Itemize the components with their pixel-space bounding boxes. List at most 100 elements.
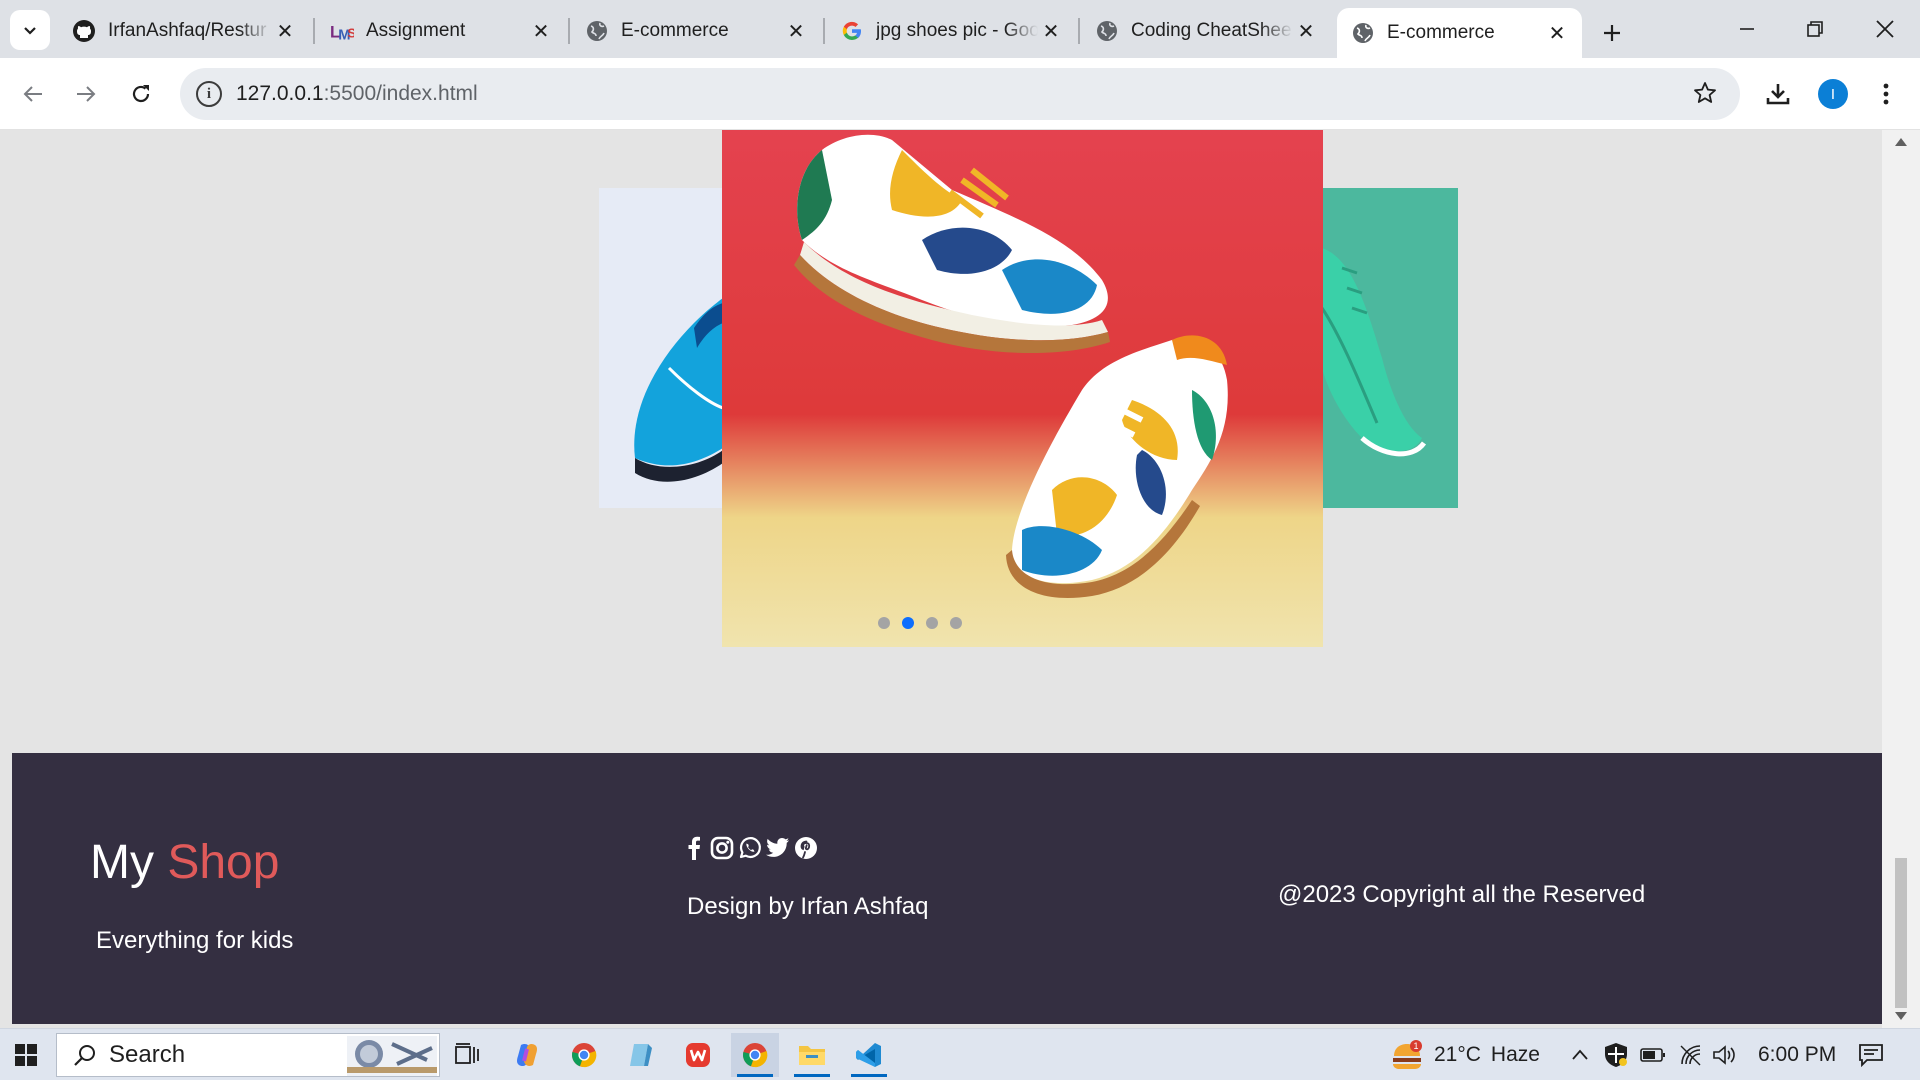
chrome-icon bbox=[743, 1043, 768, 1068]
search-placeholder: Search bbox=[109, 1041, 186, 1068]
tab-divider bbox=[568, 18, 570, 44]
brand-first-word: My bbox=[90, 836, 154, 889]
slide-image-blue-shoe[interactable] bbox=[599, 188, 723, 508]
battery-tray-button[interactable] bbox=[1640, 1029, 1666, 1080]
browser-menu-button[interactable] bbox=[1866, 74, 1906, 114]
taskbar-wps[interactable] bbox=[674, 1033, 722, 1077]
site-footer: My Shop Everything for kids Design by Ir… bbox=[12, 753, 1882, 1024]
taskbar-file-explorer[interactable] bbox=[788, 1033, 836, 1077]
slide-image-colorful-sneakers[interactable] bbox=[722, 130, 1323, 647]
arrow-left-icon bbox=[23, 86, 42, 102]
security-shield-icon bbox=[1605, 1043, 1627, 1067]
arrow-right-icon bbox=[77, 86, 96, 102]
plus-icon bbox=[1604, 25, 1620, 41]
github-icon bbox=[72, 19, 96, 43]
windows-taskbar: Search 1 21°C Haze 6:00 PM bbox=[0, 1028, 1920, 1080]
svg-text:S: S bbox=[348, 25, 354, 40]
back-button[interactable] bbox=[13, 74, 53, 114]
whatsapp-icon[interactable] bbox=[738, 835, 762, 861]
slider-dot-2[interactable] bbox=[902, 617, 914, 629]
tab-6-active[interactable]: E-commerce ✕ bbox=[1337, 8, 1582, 58]
search-icon bbox=[74, 1045, 95, 1066]
tab-5[interactable]: Coding CheatShee ✕ bbox=[1081, 8, 1331, 54]
site-info-icon[interactable]: i bbox=[196, 81, 222, 107]
tab-divider bbox=[313, 18, 315, 44]
tab-search-button[interactable] bbox=[10, 10, 50, 50]
taskbar-notepad[interactable] bbox=[617, 1033, 665, 1077]
wifi-icon bbox=[1680, 1045, 1701, 1066]
task-view-button[interactable] bbox=[444, 1033, 492, 1077]
new-tab-button[interactable] bbox=[1595, 16, 1629, 50]
weather-burger-icon: 1 bbox=[1393, 1040, 1422, 1069]
scroll-up-icon[interactable] bbox=[1895, 138, 1907, 146]
vscode-icon bbox=[856, 1043, 881, 1067]
footer-brand[interactable]: My Shop bbox=[90, 835, 279, 890]
minimize-button[interactable] bbox=[1722, 12, 1772, 46]
tab-title: E-commerce bbox=[1387, 22, 1495, 43]
slider-dot-3[interactable] bbox=[926, 617, 938, 629]
notifications-button[interactable] bbox=[1858, 1029, 1884, 1080]
bookmark-star-icon[interactable] bbox=[1692, 80, 1718, 111]
url-host: 127.0.0.1 bbox=[236, 82, 324, 105]
restore-icon bbox=[1807, 21, 1823, 37]
reload-button[interactable] bbox=[121, 74, 161, 114]
facebook-icon[interactable] bbox=[682, 835, 706, 861]
close-window-button[interactable] bbox=[1860, 12, 1910, 46]
tab-3[interactable]: E-commerce ✕ bbox=[571, 8, 821, 54]
globe-icon bbox=[585, 19, 609, 43]
taskbar-chrome-active[interactable] bbox=[731, 1033, 779, 1077]
tab-1[interactable]: IrfanAshfaq/Restur ✕ bbox=[58, 8, 310, 54]
weather-widget[interactable]: 1 21°C Haze bbox=[1390, 1029, 1540, 1080]
profile-button[interactable]: I bbox=[1813, 74, 1853, 114]
close-icon[interactable]: ✕ bbox=[1293, 18, 1319, 44]
start-button[interactable] bbox=[2, 1033, 50, 1077]
taskbar-vscode[interactable] bbox=[845, 1033, 893, 1077]
downloads-button[interactable] bbox=[1758, 74, 1798, 114]
page-scrollbar[interactable] bbox=[1882, 130, 1920, 1028]
tab-2[interactable]: LMS Assignment ✕ bbox=[316, 8, 566, 54]
notepad-icon bbox=[630, 1044, 652, 1066]
network-tray-button[interactable] bbox=[1680, 1029, 1702, 1080]
weather-temp: 21°C bbox=[1434, 1043, 1481, 1066]
pinterest-icon[interactable] bbox=[794, 835, 818, 861]
twitter-icon[interactable] bbox=[766, 835, 790, 861]
close-icon[interactable]: ✕ bbox=[272, 18, 298, 44]
search-highlight-image-icon bbox=[347, 1036, 437, 1076]
taskbar-search[interactable]: Search bbox=[56, 1033, 440, 1077]
tab-4[interactable]: jpg shoes pic - Goo ✕ bbox=[826, 8, 1076, 54]
page-viewport: My Shop Everything for kids Design by Ir… bbox=[0, 130, 1920, 1028]
slider-dot-1[interactable] bbox=[878, 617, 890, 629]
globe-icon bbox=[1095, 19, 1119, 43]
close-icon[interactable]: ✕ bbox=[783, 18, 809, 44]
lms-icon: LMS bbox=[330, 19, 354, 43]
volume-tray-button[interactable] bbox=[1712, 1029, 1738, 1080]
url-text[interactable]: 127.0.0.1:5500/index.html bbox=[236, 82, 478, 106]
forward-button[interactable] bbox=[66, 74, 106, 114]
instagram-icon[interactable] bbox=[710, 835, 734, 861]
scroll-down-icon[interactable] bbox=[1895, 1012, 1907, 1020]
footer-tagline: Everything for kids bbox=[96, 927, 294, 954]
clock[interactable]: 6:00 PM bbox=[1758, 1029, 1836, 1080]
chevron-up-icon bbox=[1572, 1049, 1588, 1060]
show-hidden-icons-button[interactable] bbox=[1570, 1029, 1590, 1080]
chrome-icon bbox=[572, 1043, 597, 1068]
tab-divider bbox=[823, 18, 825, 44]
address-bar[interactable]: i 127.0.0.1:5500/index.html bbox=[180, 68, 1740, 120]
taskbar-chrome[interactable] bbox=[560, 1033, 608, 1077]
restore-button[interactable] bbox=[1790, 12, 1840, 46]
download-icon bbox=[1766, 84, 1790, 105]
clock-time: 6:00 PM bbox=[1758, 1043, 1837, 1066]
scrollbar-thumb[interactable] bbox=[1895, 858, 1907, 1008]
minimize-icon bbox=[1740, 28, 1754, 30]
slider-dot-4[interactable] bbox=[950, 617, 962, 629]
security-tray-button[interactable] bbox=[1604, 1029, 1628, 1080]
tab-strip: IrfanAshfaq/Restur ✕ LMS Assignment ✕ E-… bbox=[0, 0, 1920, 58]
notification-icon bbox=[1859, 1044, 1883, 1067]
weather-condition: Haze bbox=[1490, 1043, 1540, 1066]
slide-image-green-shoe[interactable] bbox=[1322, 188, 1458, 508]
close-icon bbox=[1876, 20, 1894, 38]
close-icon[interactable]: ✕ bbox=[528, 18, 554, 44]
close-icon[interactable]: ✕ bbox=[1544, 20, 1570, 46]
taskbar-copilot[interactable] bbox=[503, 1033, 551, 1077]
close-icon[interactable]: ✕ bbox=[1038, 18, 1064, 44]
